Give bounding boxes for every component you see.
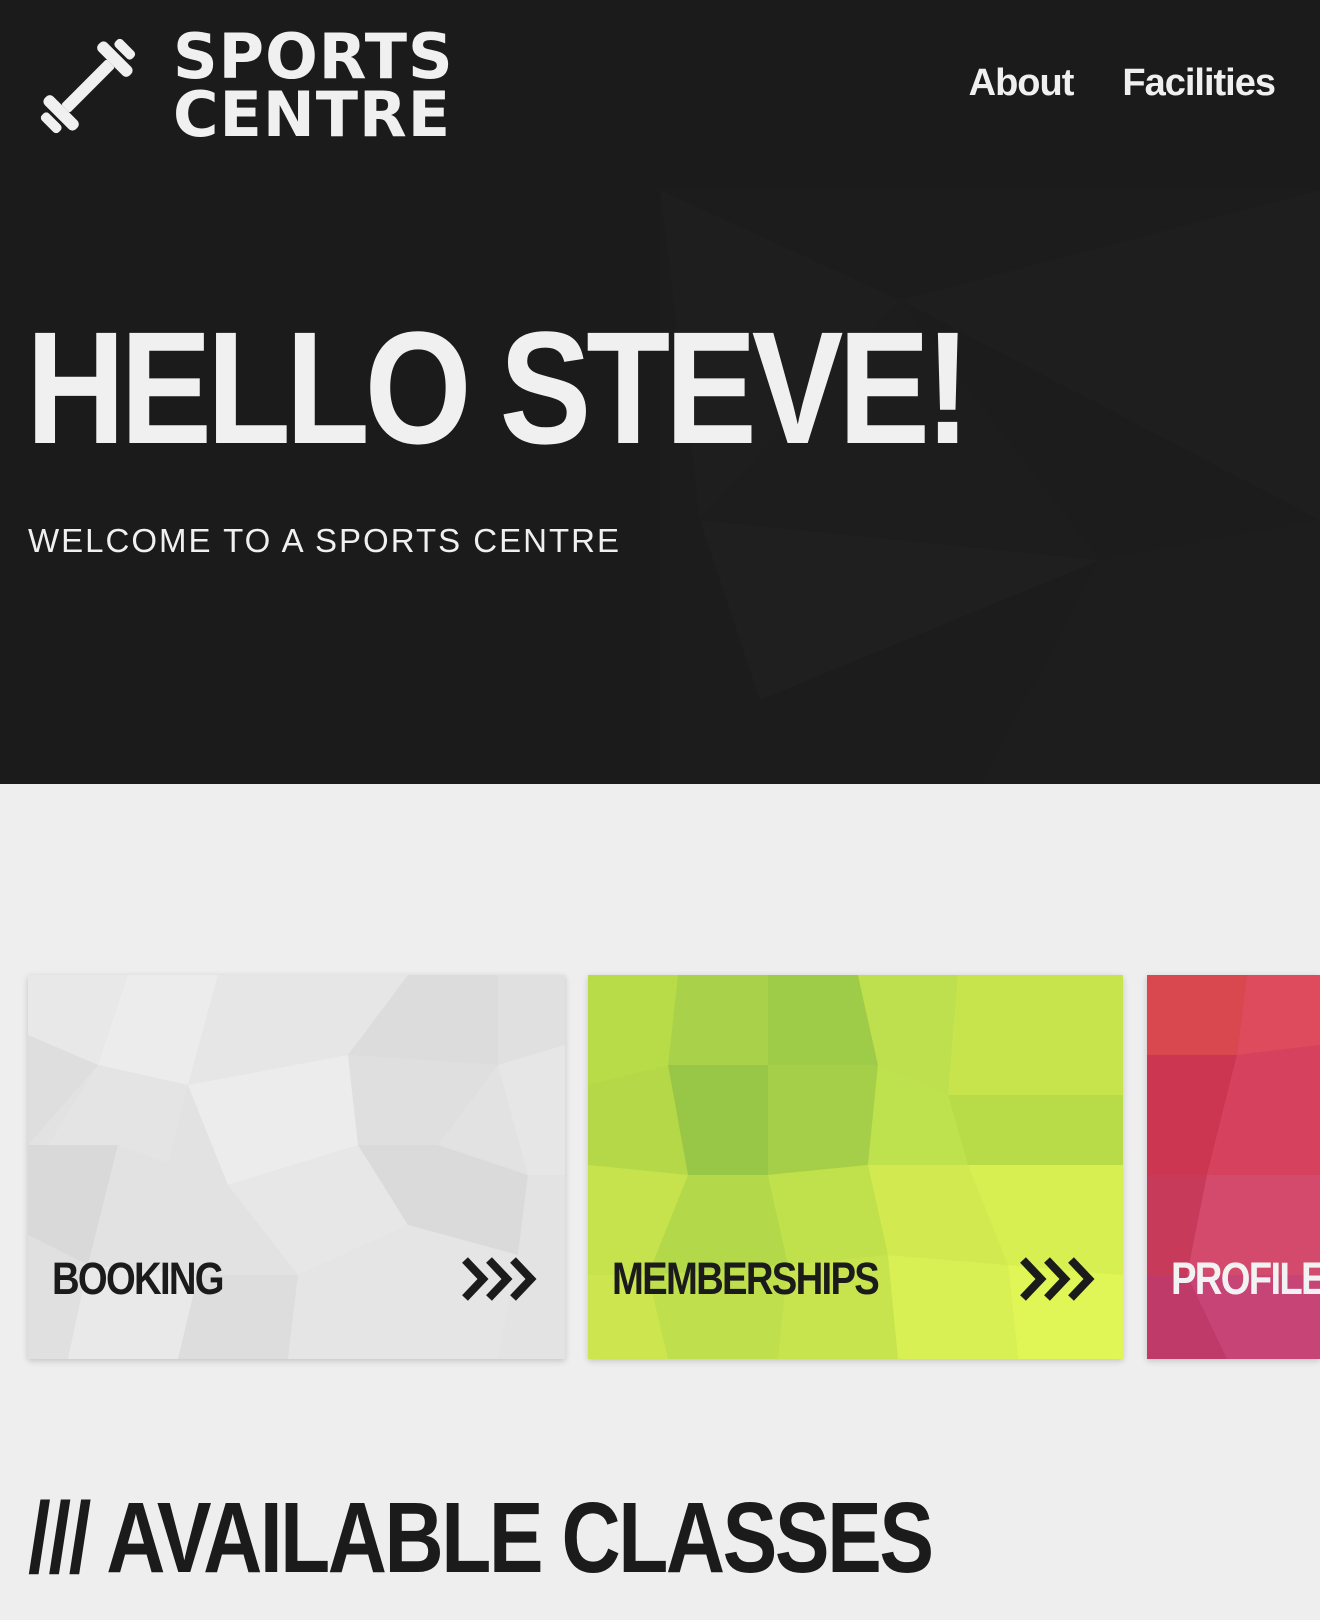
booking-card-label: BOOKING xyxy=(52,1253,225,1304)
dumbbell-icon xyxy=(40,38,136,134)
triple-chevron-right-icon xyxy=(462,1257,537,1301)
nav-link-facilities[interactable]: Facilities xyxy=(1122,62,1276,105)
hero-title: HELLO STEVE! xyxy=(26,298,971,477)
memberships-card-label: MEMBERSHIPS xyxy=(612,1253,880,1304)
nav-link-about[interactable]: About xyxy=(969,62,1075,105)
booking-card[interactable]: BOOKING xyxy=(28,975,565,1359)
brand-name: SPORTS CENTRE xyxy=(173,26,454,151)
site-header: SPORTS CENTRE About Facilities HELLO STE… xyxy=(0,0,1320,784)
profile-card-label: PROFILE xyxy=(1171,1253,1320,1304)
memberships-card[interactable]: MEMBERSHIPS xyxy=(588,975,1123,1359)
main-nav: About Facilities xyxy=(969,62,1276,105)
profile-card[interactable]: PROFILE xyxy=(1147,975,1320,1359)
hero-subtitle: WELCOME TO A SPORTS CENTRE xyxy=(28,522,621,559)
brand-line-2: CENTRE xyxy=(173,78,452,151)
triple-chevron-right-icon xyxy=(1020,1257,1095,1301)
site-logo[interactable]: SPORTS CENTRE xyxy=(29,26,454,151)
available-classes-heading: /// AVAILABLE CLASSES xyxy=(28,1482,934,1594)
